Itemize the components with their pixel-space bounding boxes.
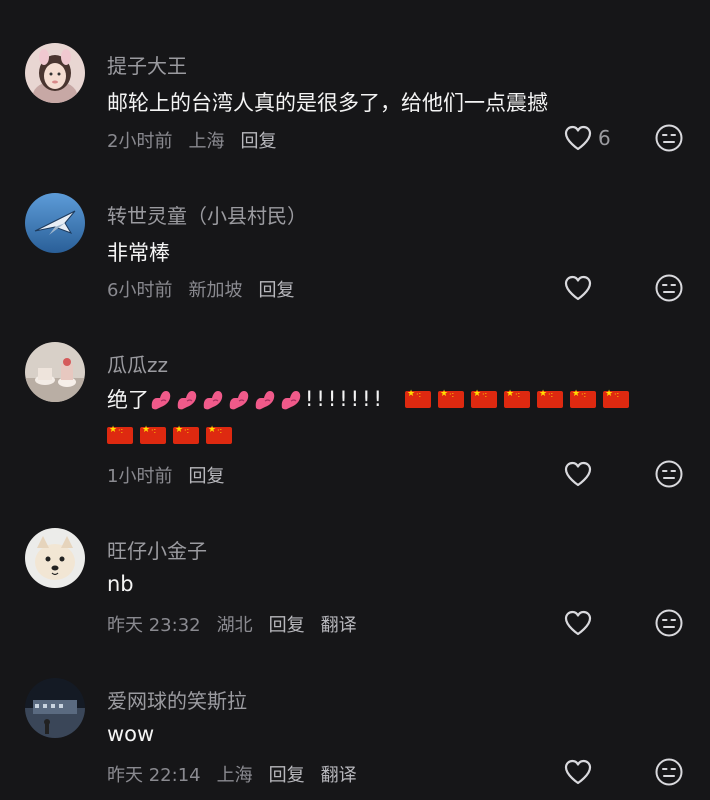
comment-time: 昨天 23:32 bbox=[107, 615, 201, 636]
avatar[interactable] bbox=[25, 43, 85, 103]
china-flag-emoji bbox=[569, 389, 596, 408]
comment-time: 昨天 22:14 bbox=[107, 765, 201, 786]
avatar[interactable] bbox=[25, 342, 85, 402]
comment-username[interactable]: 瓜瓜zz bbox=[107, 349, 168, 378]
flag-emoji-group bbox=[107, 425, 239, 444]
neutral-face-icon[interactable] bbox=[654, 608, 684, 638]
comment-meta: 2小时前 上海 回复 bbox=[107, 127, 292, 153]
comment-meta: 1小时前 回复 bbox=[107, 462, 240, 488]
flexed-biceps-emoji bbox=[151, 391, 171, 410]
reply-button[interactable]: 回复 bbox=[240, 131, 276, 152]
exclamation-marks: !!!!!!! bbox=[305, 387, 385, 411]
reply-button[interactable]: 回复 bbox=[188, 466, 224, 487]
comment-username[interactable]: 爱网球的笑斯拉 bbox=[107, 685, 247, 714]
reply-button[interactable]: 回复 bbox=[258, 280, 294, 301]
china-flag-emoji bbox=[536, 389, 563, 408]
reply-button[interactable]: 回复 bbox=[269, 615, 305, 636]
comment-time: 1小时前 bbox=[107, 466, 173, 487]
comment-text: 非常棒 bbox=[107, 241, 170, 265]
china-flag-emoji bbox=[503, 389, 530, 408]
comment-text: wow bbox=[107, 722, 155, 746]
neutral-face-icon[interactable] bbox=[654, 123, 684, 153]
flexed-biceps-emoji bbox=[203, 391, 223, 410]
heart-icon[interactable] bbox=[563, 460, 593, 488]
flexed-biceps-emoji bbox=[255, 391, 275, 410]
comment-text: nb bbox=[107, 572, 134, 596]
china-flag-emoji bbox=[206, 425, 232, 444]
flag-emoji-group bbox=[404, 386, 636, 410]
translate-button[interactable]: 翻译 bbox=[321, 765, 357, 786]
comment-location: 上海 bbox=[216, 765, 253, 786]
neutral-face-icon[interactable] bbox=[654, 459, 684, 489]
china-flag-emoji bbox=[140, 425, 166, 444]
heart-icon[interactable] bbox=[563, 124, 593, 152]
china-flag-emoji bbox=[470, 389, 497, 408]
heart-icon[interactable] bbox=[563, 758, 593, 786]
muscle-emoji-group bbox=[149, 386, 305, 410]
comment-username[interactable]: 转世灵童（小县村民） bbox=[107, 200, 307, 229]
comment-text-prefix: 绝了 bbox=[107, 388, 149, 412]
flexed-biceps-emoji bbox=[281, 391, 301, 410]
neutral-face-icon[interactable] bbox=[654, 273, 684, 303]
comment-meta: 昨天 22:14 上海 回复 翻译 bbox=[107, 761, 373, 787]
china-flag-emoji bbox=[173, 425, 199, 444]
comment-location: 上海 bbox=[188, 131, 225, 152]
heart-icon[interactable] bbox=[563, 274, 593, 302]
china-flag-emoji bbox=[404, 389, 431, 408]
comment-username[interactable]: 提子大王 bbox=[107, 50, 187, 79]
comment-username[interactable]: 旺仔小金子 bbox=[107, 535, 207, 564]
comment-meta: 昨天 23:32 湖北 回复 翻译 bbox=[107, 611, 373, 637]
comment-time: 6小时前 bbox=[107, 280, 173, 301]
avatar[interactable] bbox=[25, 678, 85, 738]
china-flag-emoji bbox=[437, 389, 464, 408]
comment-meta: 6小时前 新加坡 回复 bbox=[107, 276, 310, 302]
avatar[interactable] bbox=[25, 528, 85, 588]
heart-icon[interactable] bbox=[563, 609, 593, 637]
flexed-biceps-emoji bbox=[177, 391, 197, 410]
china-flag-emoji bbox=[107, 425, 133, 444]
comment-text: 绝了!!!!!!! bbox=[107, 384, 636, 414]
china-flag-emoji bbox=[602, 389, 629, 408]
translate-button[interactable]: 翻译 bbox=[321, 615, 357, 636]
neutral-face-icon[interactable] bbox=[654, 757, 684, 787]
comment-location: 湖北 bbox=[216, 615, 253, 636]
like-count: 6 bbox=[598, 126, 611, 150]
comment-text: 邮轮上的台湾人真的是很多了，给他们一点震撼 bbox=[107, 91, 548, 115]
comment-location: 新加坡 bbox=[188, 280, 243, 301]
reply-button[interactable]: 回复 bbox=[269, 765, 305, 786]
comment-time: 2小时前 bbox=[107, 131, 173, 152]
flexed-biceps-emoji bbox=[229, 391, 249, 410]
avatar[interactable] bbox=[25, 193, 85, 253]
